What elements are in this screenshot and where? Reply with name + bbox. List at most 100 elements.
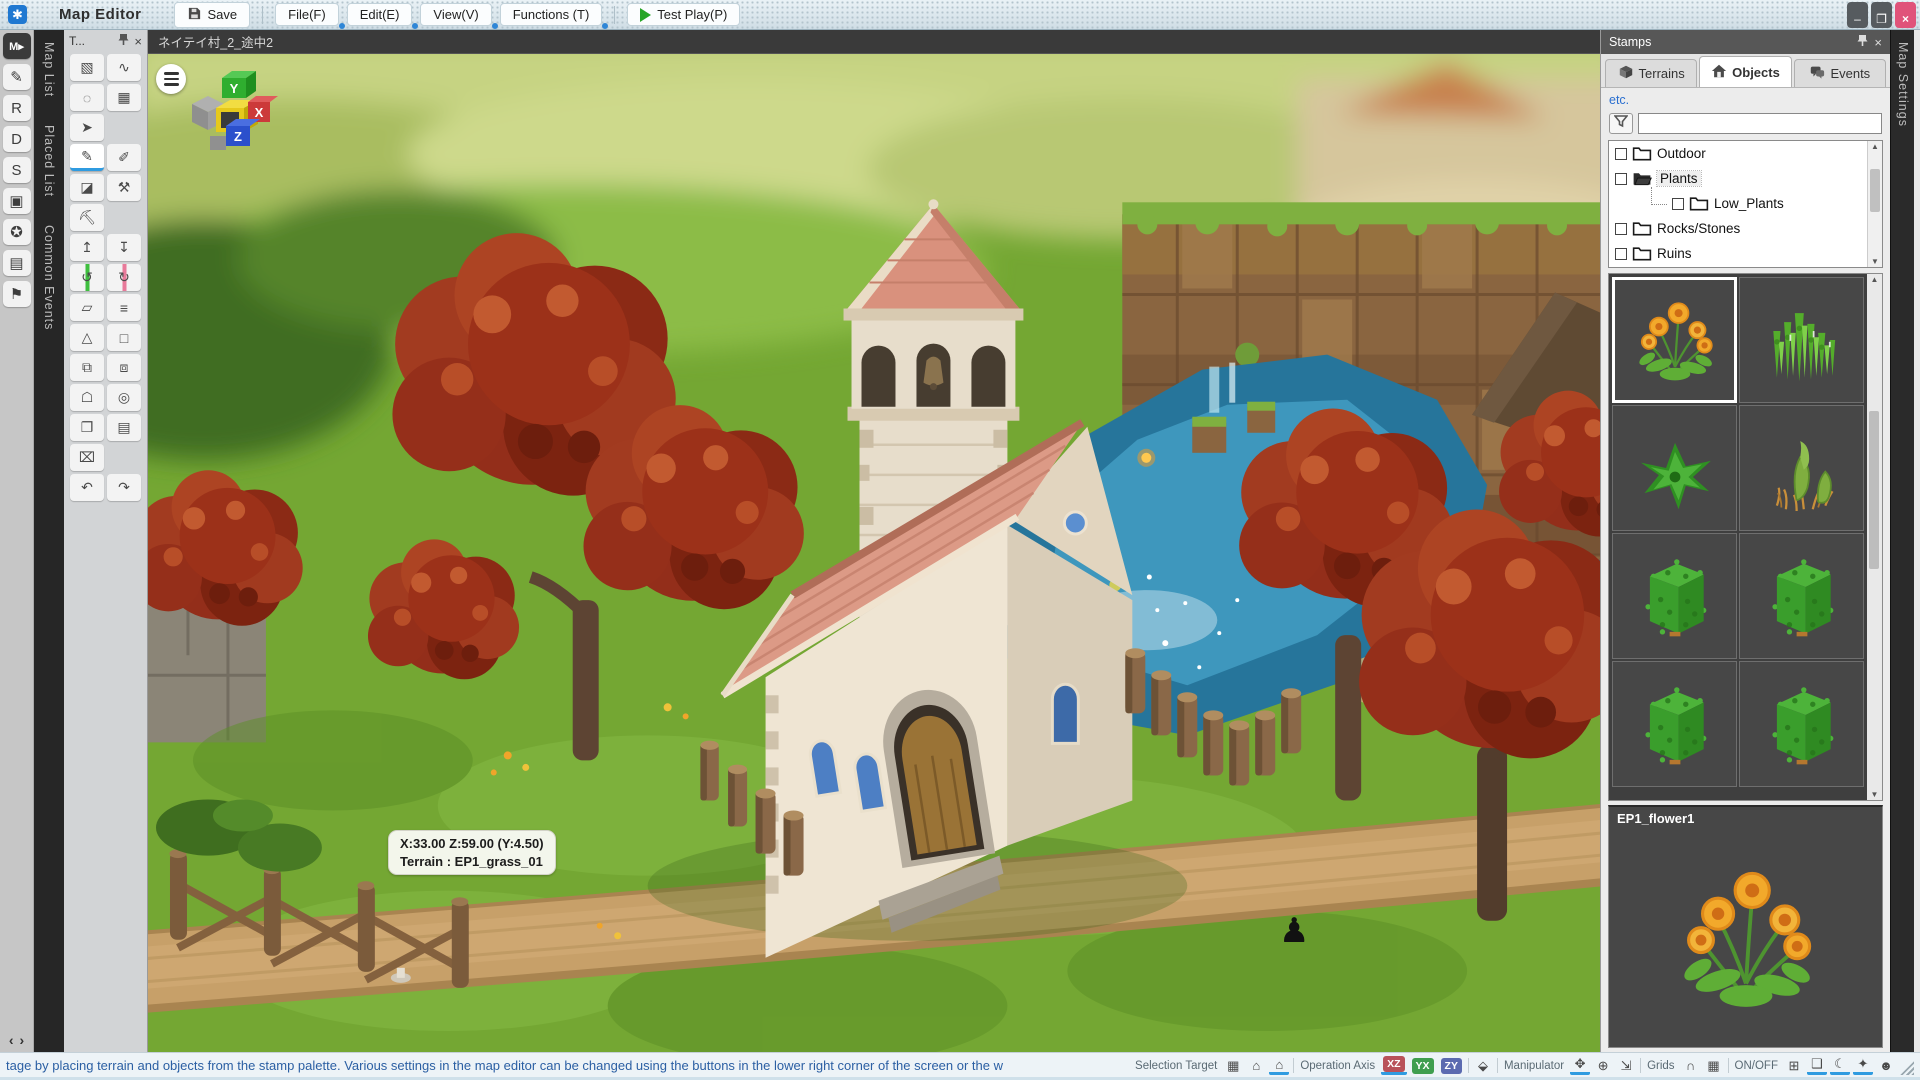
- tool-flatten-icon[interactable]: ≡: [107, 294, 141, 321]
- tool-rotate-ccw-icon[interactable]: ↺: [70, 264, 104, 291]
- resources-icon[interactable]: R: [3, 95, 31, 121]
- maximize-button[interactable]: ❐: [1871, 2, 1892, 28]
- tool-object-select-icon[interactable]: ➤: [70, 114, 104, 141]
- tool-shovel-icon[interactable]: ⛏: [70, 204, 104, 231]
- axis-gizmo[interactable]: Y X Z: [186, 66, 278, 162]
- sidebar-tab-common-events[interactable]: Common Events: [42, 225, 56, 330]
- pin-icon[interactable]: [118, 33, 129, 49]
- map-viewport[interactable]: ♟ Y X Z X:33.: [148, 54, 1600, 1052]
- tool-delete-icon[interactable]: ⌧: [70, 444, 104, 471]
- minimize-button[interactable]: –: [1847, 2, 1868, 28]
- etc-link[interactable]: etc.: [1609, 93, 1629, 107]
- display-icon[interactable]: ▣: [3, 188, 31, 214]
- tool-duplicate-icon[interactable]: ❐: [70, 414, 104, 441]
- tab-objects[interactable]: Objects: [1699, 56, 1791, 87]
- tool-redo-icon[interactable]: ↷: [107, 474, 141, 501]
- app-launcher-icon[interactable]: M▸: [3, 33, 31, 59]
- grid-show-icon[interactable]: ▦: [1704, 1056, 1724, 1075]
- grid-scrollbar[interactable]: ▲ ▼: [1867, 274, 1882, 800]
- stamp-cell-sprout[interactable]: [1739, 405, 1864, 531]
- scroll-down-icon[interactable]: ▼: [1868, 257, 1882, 266]
- tree-item-plants[interactable]: Plants: [1609, 166, 1882, 191]
- stamp-cell-bush[interactable]: [1739, 661, 1864, 787]
- tab-events[interactable]: Events: [1794, 59, 1886, 87]
- tool-paste-icon[interactable]: ▤: [107, 414, 141, 441]
- axis-yx-button[interactable]: YX: [1410, 1056, 1436, 1075]
- toggle-effects-icon[interactable]: ✦: [1853, 1056, 1873, 1075]
- scroll-up-icon[interactable]: ▲: [1867, 275, 1882, 284]
- stamp-cell-bush[interactable]: [1612, 533, 1737, 659]
- manip-move-icon[interactable]: ✥: [1570, 1056, 1590, 1075]
- tool-rotate-cw-icon[interactable]: ↻: [107, 264, 141, 291]
- select-object-icon[interactable]: ⌂: [1269, 1056, 1289, 1075]
- tool-scatter-icon[interactable]: ☖: [70, 384, 104, 411]
- menu-functions[interactable]: Functions (T): [500, 3, 603, 26]
- sidebar-tab-placed-list[interactable]: Placed List: [42, 125, 56, 197]
- tool-lower-icon[interactable]: ↧: [107, 234, 141, 261]
- tree-item-rocks-stones[interactable]: Rocks/Stones: [1609, 216, 1882, 241]
- script-icon[interactable]: S: [3, 157, 31, 183]
- tool-lasso-select-icon[interactable]: ◌: [70, 84, 104, 111]
- checkbox[interactable]: [1615, 223, 1627, 235]
- grid-snap-icon[interactable]: ∩: [1681, 1056, 1701, 1075]
- map-tab[interactable]: ネイテイ村_2_途中2: [158, 32, 273, 51]
- inspector-icon[interactable]: ✪: [3, 219, 31, 245]
- coord-space-icon[interactable]: ⬙: [1473, 1056, 1493, 1075]
- database-icon[interactable]: D: [3, 126, 31, 152]
- tree-item-ruins[interactable]: Ruins: [1609, 241, 1882, 266]
- select-grid-icon[interactable]: ▦: [1223, 1056, 1243, 1075]
- pin-icon[interactable]: [1857, 34, 1868, 50]
- tab-terrains[interactable]: Terrains: [1605, 59, 1697, 87]
- checkbox[interactable]: [1615, 148, 1627, 160]
- tool-brush-icon[interactable]: ✐: [107, 144, 141, 171]
- scrollbar-thumb[interactable]: [1869, 411, 1879, 569]
- tool-copy-icon[interactable]: ⧉: [70, 354, 104, 381]
- viewport-menu-button[interactable]: [156, 64, 186, 94]
- sidebar-tab-map-list[interactable]: Map List: [42, 42, 56, 97]
- tool-eraser-icon[interactable]: ◪: [70, 174, 104, 201]
- close-button[interactable]: ×: [1895, 2, 1916, 28]
- stamp-cell-bush[interactable]: [1612, 661, 1737, 787]
- resize-grip[interactable]: [1900, 1061, 1914, 1075]
- tool-copy-filled-icon[interactable]: ⧈: [107, 354, 141, 381]
- tool-target-icon[interactable]: ◎: [107, 384, 141, 411]
- manip-rotate-icon[interactable]: ⊕: [1593, 1056, 1613, 1075]
- checkbox[interactable]: [1615, 173, 1627, 185]
- toggle-terrain-icon[interactable]: ❑: [1807, 1056, 1827, 1075]
- stamp-cell-tallgrass[interactable]: [1739, 277, 1864, 403]
- test-run-icon[interactable]: ⚑: [3, 281, 31, 307]
- toggle-panels-icon[interactable]: ⊞: [1784, 1056, 1804, 1075]
- tree-item-outdoor[interactable]: Outdoor: [1609, 141, 1882, 166]
- select-terrain-icon[interactable]: ⌂: [1246, 1056, 1266, 1075]
- stamp-cell-bush[interactable]: [1739, 533, 1864, 659]
- stamps-panel-close-icon[interactable]: ×: [1874, 35, 1882, 50]
- checkbox[interactable]: [1615, 248, 1627, 260]
- filter-button[interactable]: [1609, 113, 1633, 134]
- images-icon[interactable]: ▤: [3, 250, 31, 276]
- checkbox[interactable]: [1672, 198, 1684, 210]
- tree-item-low-plants[interactable]: Low_Plants: [1609, 191, 1882, 216]
- tool-ramp-icon[interactable]: △: [70, 324, 104, 351]
- scroll-up-icon[interactable]: ▲: [1868, 142, 1882, 151]
- stamp-cell-flower[interactable]: [1612, 277, 1737, 403]
- tool-marquee-select-icon[interactable]: ▧: [70, 54, 104, 81]
- menu-view[interactable]: View(V): [420, 3, 491, 26]
- axis-zy-button[interactable]: ZY: [1439, 1056, 1464, 1075]
- map-edit-icon[interactable]: ✎: [3, 64, 31, 90]
- test-play-button[interactable]: Test Play(P): [627, 3, 740, 26]
- strip-prev-button[interactable]: ‹: [9, 1032, 14, 1048]
- tool-tile-select-icon[interactable]: ▦: [107, 84, 141, 111]
- tool-panel-close-icon[interactable]: ×: [134, 34, 142, 49]
- stamp-cell-leafy[interactable]: [1612, 405, 1737, 531]
- tool-slope-icon[interactable]: ▱: [70, 294, 104, 321]
- axis-xz-button[interactable]: XZ: [1381, 1056, 1406, 1075]
- menu-file[interactable]: File(F): [275, 3, 339, 26]
- tool-pencil-icon[interactable]: ✎: [70, 144, 104, 171]
- tool-freeform-select-icon[interactable]: ∿: [107, 54, 141, 81]
- manip-scale-icon[interactable]: ⇲: [1616, 1056, 1636, 1075]
- tool-raise-icon[interactable]: ↥: [70, 234, 104, 261]
- menu-edit[interactable]: Edit(E): [347, 3, 413, 26]
- tree-scrollbar[interactable]: ▲ ▼: [1867, 141, 1882, 267]
- tool-undo-icon[interactable]: ↶: [70, 474, 104, 501]
- tool-box-icon[interactable]: □: [107, 324, 141, 351]
